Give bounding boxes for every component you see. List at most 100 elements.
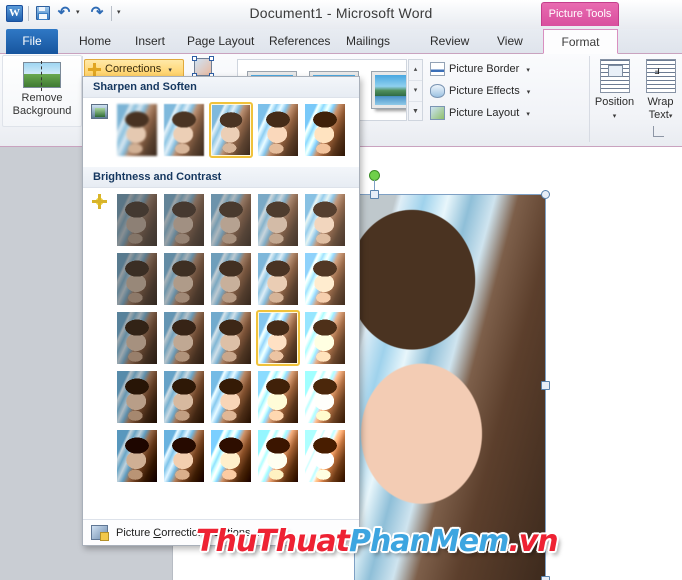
picture-layout-label: Picture Layout [449, 107, 520, 119]
group-divider-2 [589, 56, 590, 142]
brightness-preset-1-2[interactable] [209, 251, 253, 307]
brightness-preset-0-2[interactable] [209, 192, 253, 248]
remove-background-icon [23, 61, 61, 91]
tab-mailings[interactable]: Mailings [337, 29, 399, 54]
brightness-preset-2-4[interactable] [303, 310, 347, 366]
tab-file[interactable]: File [6, 29, 58, 54]
sharpen-and-soften-grid[interactable] [83, 98, 359, 167]
corrections-label: Corrections [105, 63, 162, 75]
brightness-preset-1-4[interactable] [303, 251, 347, 307]
position-caret[interactable]: ▾ [592, 108, 637, 126]
brightness-preset-0-0[interactable] [115, 192, 159, 248]
picture-effects-label: Picture Effects [449, 85, 520, 97]
bottom-right-handle[interactable] [541, 576, 550, 580]
picture-effects-button[interactable]: Picture Effects ▾ [430, 82, 530, 100]
tab-review[interactable]: Review [421, 29, 478, 54]
brightness-icon [91, 194, 107, 209]
brightness-preset-4-2[interactable] [209, 428, 253, 484]
top-right-handle[interactable] [541, 190, 550, 199]
brightness-preset-3-0[interactable] [115, 369, 159, 425]
site-watermark: ThuThuatPhanMem.vn [196, 524, 559, 559]
sharpen-preset-0[interactable] [115, 102, 159, 158]
brightness-preset-2-3[interactable] [256, 310, 300, 366]
watermark-part-3: .vn [508, 524, 558, 559]
thumb-row [115, 192, 359, 248]
brightness-preset-1-3[interactable] [256, 251, 300, 307]
corrections-dropdown-caret[interactable]: ▾ [168, 67, 172, 74]
brightness-preset-2-2[interactable] [209, 310, 253, 366]
picture-effects-caret[interactable]: ▾ [527, 89, 531, 96]
brightness-preset-2-0[interactable] [115, 310, 159, 366]
group-remove-background: Remove Background [2, 55, 82, 143]
picture-styles-scroll[interactable]: ▴ ▾ ▼ [408, 59, 423, 121]
brightness-preset-0-1[interactable] [162, 192, 206, 248]
brightness-gutter [83, 188, 115, 493]
picture-border-label: Picture Border [449, 63, 520, 75]
brightness-preset-4-0[interactable] [115, 428, 159, 484]
brightness-preset-4-1[interactable] [162, 428, 206, 484]
tab-references[interactable]: References [260, 29, 339, 54]
gallery-scroll-up-icon[interactable]: ▴ [409, 60, 422, 81]
brightness-preset-1-1[interactable] [162, 251, 206, 307]
picture-border-caret[interactable]: ▾ [526, 67, 530, 74]
brightness-preset-4-3[interactable] [256, 428, 300, 484]
picture-layout-caret[interactable]: ▾ [526, 111, 530, 118]
wrap-text-button[interactable]: ⅎ Wrap Text▾ [638, 59, 682, 126]
brightness-preset-0-4[interactable] [303, 192, 347, 248]
inserted-picture[interactable] [354, 194, 546, 580]
sharpen-preset-3[interactable] [256, 102, 300, 158]
picture-border-button[interactable]: Picture Border ▾ [430, 60, 530, 78]
brightness-preset-0-3[interactable] [256, 192, 300, 248]
brightness-preset-2-1[interactable] [162, 310, 206, 366]
tab-view[interactable]: View [488, 29, 532, 54]
wrap-text-label-line2: Text [648, 109, 669, 121]
brightness-preset-3-1[interactable] [162, 369, 206, 425]
section-header-sharpen-and-soften: Sharpen and Soften [83, 77, 359, 98]
watermark-part-1: ThuThuat [196, 524, 350, 559]
brightness-and-contrast-grid[interactable] [83, 188, 359, 493]
sharpen-preset-1[interactable] [162, 102, 206, 158]
brightness-preset-3-2[interactable] [209, 369, 253, 425]
brightness-preset-3-3[interactable] [256, 369, 300, 425]
sharpen-preset-2[interactable] [209, 102, 253, 158]
sharpen-gutter [83, 98, 115, 167]
brightness-thumbs[interactable] [115, 188, 359, 493]
thumb-row [115, 251, 359, 307]
wrap-text-icon: ⅎ [645, 59, 676, 93]
middle-right-handle[interactable] [541, 381, 550, 390]
brightness-preset-1-0[interactable] [115, 251, 159, 307]
position-icon [599, 59, 630, 93]
gallery-more-icon[interactable]: ▼ [409, 102, 422, 122]
tab-home[interactable]: Home [70, 29, 120, 54]
thumb-row [115, 310, 359, 366]
wrap-text-caret[interactable]: ▾ [669, 113, 673, 120]
picture-effects-icon [430, 84, 445, 98]
tab-insert[interactable]: Insert [126, 29, 174, 54]
group-arrange: Position ▾ ⅎ Wrap Text▾ [592, 55, 682, 143]
sharpen-preset-4[interactable] [303, 102, 347, 158]
brightness-preset-3-4[interactable] [303, 369, 347, 425]
contextual-tab-group-label: Picture Tools [541, 2, 619, 26]
ribbon-tab-strip[interactable]: File Home Insert Page Layout References … [0, 29, 682, 54]
corrections-dropdown-menu[interactable]: Sharpen and Soften Brightness and Contra… [82, 76, 360, 546]
position-label: Position [594, 96, 635, 108]
section-header-brightness-and-contrast: Brightness and Contrast [83, 167, 359, 188]
thumb-row [115, 369, 359, 425]
picture-style-thumb[interactable] [368, 68, 406, 112]
tab-format[interactable]: Format [543, 29, 618, 54]
picture-border-icon [430, 62, 445, 76]
picture-layout-button[interactable]: Picture Layout ▾ [430, 104, 530, 122]
remove-background-label-line2: Background [12, 105, 72, 117]
tab-page-layout[interactable]: Page Layout [178, 29, 263, 54]
top-left-handle[interactable] [370, 190, 379, 199]
brightness-preset-4-4[interactable] [303, 428, 347, 484]
selected-picture-container[interactable] [354, 170, 550, 580]
remove-background-button[interactable]: Remove Background [2, 55, 82, 127]
remove-background-label-line1: Remove [21, 92, 63, 104]
sharpen-thumbs[interactable] [115, 98, 359, 167]
gallery-scroll-down-icon[interactable]: ▾ [409, 81, 422, 102]
sharpen-icon [90, 104, 108, 119]
title-bar: W ↶ ▾ ↷ ▾ Document1 - Microsoft Word Pic… [0, 0, 682, 30]
wrap-text-label-line1: Wrap [647, 96, 674, 108]
position-button[interactable]: Position ▾ [592, 59, 637, 126]
